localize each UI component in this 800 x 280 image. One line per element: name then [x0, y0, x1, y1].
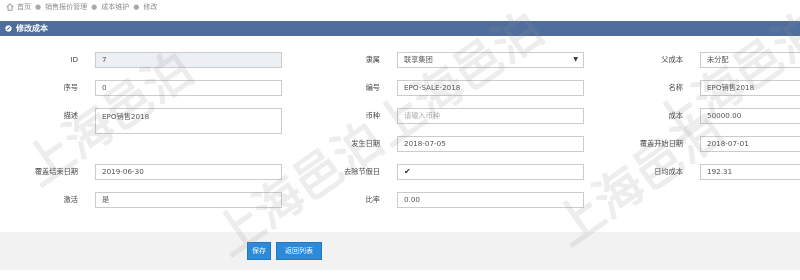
currency-input[interactable]: 请输入币种 [397, 108, 584, 124]
breadcrumb-cost-maintenance[interactable]: 成本维护 [101, 2, 129, 12]
breadcrumb-separator-icon: ● [35, 3, 42, 11]
daily-cost-field[interactable]: 192.31 [700, 164, 800, 180]
occur-date-field[interactable]: 2018-07-05 [397, 136, 584, 152]
page-title: 修改成本 [16, 24, 48, 33]
save-button[interactable]: 保存 [247, 242, 271, 260]
breadcrumb-separator-icon: ● [91, 3, 98, 11]
breadcrumb: 首页 ● 销售报价管理 ● 成本维护 ● 修改 [0, 0, 800, 14]
group-label: 隶属 [365, 55, 380, 64]
breadcrumb-separator-icon: ● [133, 3, 140, 11]
group-select[interactable]: 联享集团 ▼ [397, 52, 584, 68]
desc-textarea[interactable]: EPO销售2018 [95, 108, 282, 134]
exclude-holiday-checkbox[interactable]: ✔ [397, 164, 584, 180]
active-field[interactable]: 是 [95, 192, 282, 208]
seq-label: 序号 [63, 83, 78, 92]
parent-cost-label: 父成本 [661, 55, 683, 64]
chevron-down-icon: ▼ [573, 56, 578, 63]
code-field[interactable]: EPO-SALE-2018 [397, 80, 584, 96]
edit-icon [5, 25, 12, 32]
ratio-label: 比率 [365, 195, 380, 204]
id-label: ID [70, 55, 78, 64]
cover-end-label: 覆盖结束日期 [34, 167, 78, 176]
group-select-value: 联享集团 [404, 55, 433, 64]
parent-cost-field[interactable]: 未分配 [700, 52, 800, 68]
back-to-list-button[interactable]: 返回列表 [276, 242, 322, 260]
home-icon [6, 3, 14, 11]
seq-field[interactable]: 0 [95, 80, 282, 96]
exclude-holiday-label: 去除节假日 [344, 167, 380, 176]
breadcrumb-home[interactable]: 首页 [17, 2, 31, 12]
check-icon: ✔ [404, 167, 411, 176]
desc-label: 描述 [63, 111, 78, 120]
code-label: 编号 [365, 83, 380, 92]
id-field: 7 [95, 52, 282, 68]
cost-label: 成本 [668, 111, 683, 120]
cost-field[interactable]: 50000.00 [700, 108, 800, 124]
form-footer [0, 232, 800, 270]
breadcrumb-current: 修改 [143, 3, 158, 11]
cover-end-field[interactable]: 2019-06-30 [95, 164, 282, 180]
occur-date-label: 发生日期 [351, 139, 380, 148]
cover-start-field[interactable]: 2018-07-01 [700, 136, 800, 152]
name-label: 名称 [668, 83, 683, 92]
currency-label: 币种 [365, 111, 380, 120]
active-label: 激活 [63, 195, 78, 204]
ratio-field[interactable]: 0.00 [397, 192, 584, 208]
daily-cost-label: 日均成本 [654, 167, 683, 176]
edit-cost-form: ID 7 隶属 联享集团 ▼ 父成本 未分配 序号 0 编号 EPO-SALE-… [0, 36, 800, 226]
cover-start-label: 覆盖开始日期 [639, 139, 683, 148]
breadcrumb-sales-quote[interactable]: 销售报价管理 [45, 2, 87, 12]
panel-header: 修改成本 [0, 21, 800, 36]
name-field[interactable]: EPO销售2018 [700, 80, 800, 96]
